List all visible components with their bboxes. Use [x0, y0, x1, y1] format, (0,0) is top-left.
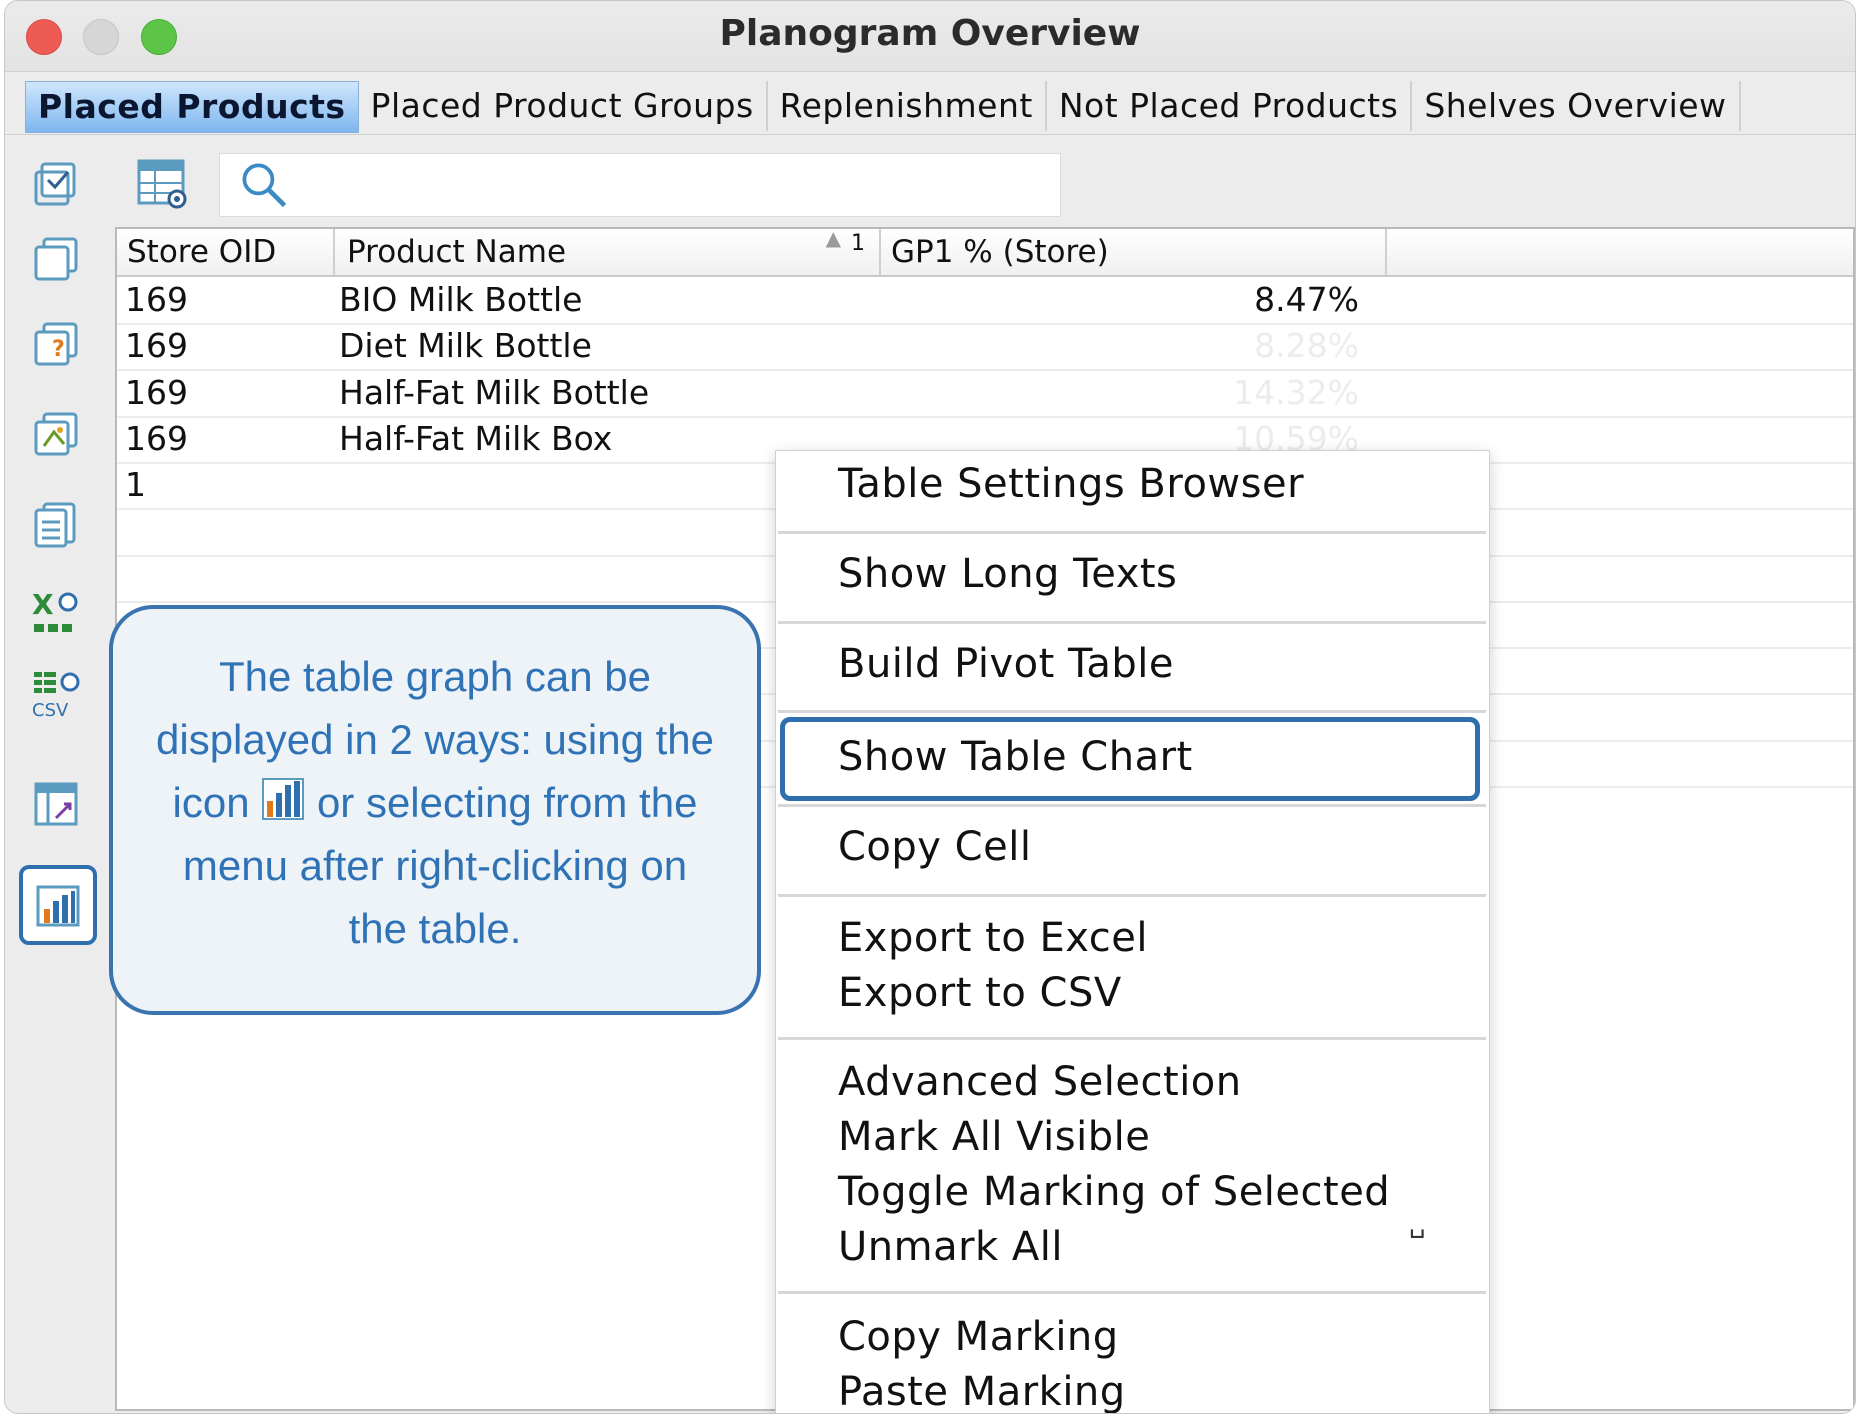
svg-text:CSV: CSV	[32, 700, 69, 720]
sort-rank: 1	[851, 231, 865, 256]
menu-item-unmark-all[interactable]: Unmark All	[838, 1220, 1063, 1275]
menu-item-paste-marking[interactable]: Paste Marking	[838, 1365, 1126, 1413]
tab-shelves-overview[interactable]: Shelves Overview	[1412, 81, 1741, 131]
pivot-icon[interactable]	[27, 775, 85, 833]
column-header-store-oid[interactable]: Store OID	[117, 229, 335, 275]
sort-ascending-icon: ▲	[825, 226, 841, 250]
menu-separator	[778, 894, 1486, 897]
menu-item-copy-cell[interactable]: Copy Cell	[838, 820, 1031, 875]
table-row[interactable]: 169 Diet Milk Bottle 8.28%	[117, 323, 1853, 372]
column-header-product-name[interactable]: Product Name ▲ 1	[335, 226, 881, 275]
tab-placed-product-groups[interactable]: Placed Product Groups	[359, 81, 768, 131]
cell-product-name: BIO Milk Bottle	[339, 280, 583, 319]
csv-export-icon[interactable]: CSV	[27, 665, 85, 723]
tab-bar: Placed Products Placed Product Groups Re…	[25, 81, 1741, 133]
tab-replenishment[interactable]: Replenishment	[768, 81, 1047, 131]
table-settings-icon[interactable]	[133, 155, 193, 215]
menu-separator	[778, 804, 1486, 807]
menu-separator	[778, 531, 1486, 534]
context-menu: Table Settings Browser Show Long Texts B…	[775, 450, 1490, 1413]
callout-text-after: or selecting from the menu after right-c…	[182, 779, 698, 952]
cell-store-oid: 169	[125, 326, 188, 366]
title-bar: Planogram Overview	[5, 1, 1855, 72]
menu-item-show-table-chart[interactable]: Show Table Chart	[838, 730, 1193, 785]
menu-item-copy-marking[interactable]: Copy Marking	[838, 1310, 1119, 1365]
sidebar-toolbar: ? X CSV	[5, 135, 113, 1413]
menu-item-advanced-selection[interactable]: Advanced Selection	[838, 1055, 1242, 1110]
menu-item-export-csv[interactable]: Export to CSV	[838, 966, 1122, 1021]
menu-item-show-long-texts[interactable]: Show Long Texts	[838, 547, 1177, 602]
cell-store-oid: 169	[125, 418, 188, 458]
search-input[interactable]	[219, 153, 1061, 217]
cell-store-oid: 169	[125, 280, 188, 319]
content-area: ? X CSV Store OID Product Name ▲ 1 GP1 %…	[5, 134, 1855, 1413]
cell-store-oid: 169	[125, 372, 188, 412]
menu-separator	[778, 710, 1486, 713]
menu-separator	[778, 621, 1486, 624]
cell-store-oid	[125, 509, 325, 555]
table-header: Store OID Product Name ▲ 1 GP1 % (Store)	[117, 226, 1853, 277]
cell-gp1: 8.47%	[1254, 280, 1359, 319]
menu-separator	[778, 1291, 1486, 1294]
menu-separator	[778, 1037, 1486, 1040]
cell-store-oid: 1	[125, 465, 146, 505]
menu-item-build-pivot-table[interactable]: Build Pivot Table	[838, 637, 1174, 692]
svg-text:?: ?	[52, 337, 65, 362]
menu-shortcut-space: ␣	[1409, 1209, 1426, 1239]
excel-export-icon[interactable]: X	[27, 583, 85, 641]
select-icon[interactable]	[27, 155, 85, 213]
tutorial-callout: The table graph can be displayed in 2 wa…	[109, 605, 761, 1015]
cell-product-name: Diet Milk Bottle	[339, 326, 592, 366]
cell-gp1: 8.28%	[1254, 326, 1359, 366]
planogram-window: Planogram Overview Placed Products Place…	[4, 0, 1856, 1414]
menu-item-mark-all-visible[interactable]: Mark All Visible	[838, 1110, 1150, 1165]
menu-item-table-settings-browser[interactable]: Table Settings Browser	[838, 457, 1304, 512]
image-icon[interactable]	[27, 405, 85, 463]
menu-item-export-excel[interactable]: Export to Excel	[838, 911, 1148, 966]
document-icon[interactable]	[27, 495, 85, 553]
bar-chart-icon	[262, 778, 305, 820]
cell-product-name: Half-Fat Milk Bottle	[339, 372, 650, 412]
menu-item-toggle-marking[interactable]: Toggle Marking of Selected	[838, 1165, 1390, 1220]
bar-chart-icon[interactable]	[19, 865, 97, 945]
column-header-product-name-label: Product Name	[347, 234, 567, 270]
cell-gp1: 14.32%	[1233, 372, 1359, 412]
help-icon[interactable]: ?	[27, 315, 85, 373]
table-row[interactable]: 169 BIO Milk Bottle 8.47%	[117, 277, 1853, 325]
search-icon	[242, 163, 287, 208]
tab-placed-products[interactable]: Placed Products	[25, 81, 359, 133]
tab-not-placed-products[interactable]: Not Placed Products	[1047, 81, 1413, 131]
table-row[interactable]: 169 Half-Fat Milk Bottle 14.32%	[117, 370, 1853, 418]
copy-icon[interactable]	[27, 230, 85, 288]
column-header-gp1[interactable]: GP1 % (Store)	[881, 229, 1387, 275]
cell-store-oid	[125, 555, 325, 601]
window-title: Planogram Overview	[719, 13, 1141, 54]
svg-text:X: X	[32, 588, 54, 621]
